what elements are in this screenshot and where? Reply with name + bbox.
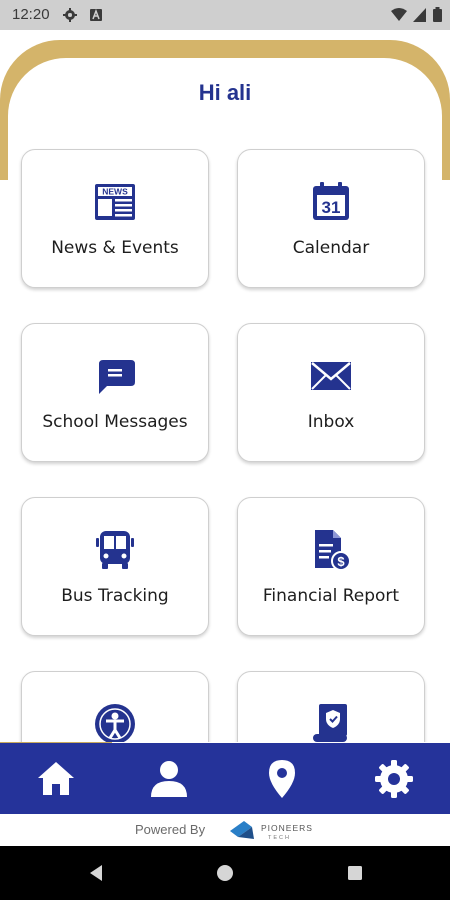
powered-by-label: Powered By xyxy=(135,822,206,837)
tile-label: School Messages xyxy=(42,412,188,432)
home-icon[interactable] xyxy=(34,757,78,801)
news-icon-text: NEWS xyxy=(102,187,128,197)
tile-label: Bus Tracking xyxy=(61,586,169,606)
user-icon[interactable] xyxy=(147,757,191,801)
tile-label: Calendar xyxy=(292,238,370,258)
logo-brand-sub: TECH xyxy=(268,835,291,841)
tile-partial-1[interactable] xyxy=(21,671,209,742)
tile-label: News & Events xyxy=(51,238,179,258)
recents-icon[interactable] xyxy=(345,863,365,883)
system-navigation-bar xyxy=(0,846,450,900)
tile-financial-report[interactable]: $ Financial Report xyxy=(237,497,425,636)
svg-text:$: $ xyxy=(337,554,345,569)
logo-brand-name: PIONEERS xyxy=(261,823,313,833)
tile-school-messages[interactable]: School Messages xyxy=(21,323,209,462)
calendar-icon: 31 xyxy=(313,182,349,220)
home-button-icon[interactable] xyxy=(215,863,235,883)
powered-by-footer: Powered By PIONEERS TECH xyxy=(0,814,450,846)
pioneers-tech-logo: PIONEERS TECH xyxy=(230,821,313,841)
invoice-dollar-icon: $ xyxy=(315,530,351,571)
person-badge-icon xyxy=(95,704,135,742)
bottom-navigation xyxy=(0,743,450,814)
tile-grid: NEWS News & Events 31 Calendar School Me… xyxy=(0,0,450,742)
tile-bus-tracking[interactable]: Bus Tracking xyxy=(21,497,209,636)
map-pin-icon[interactable] xyxy=(260,757,304,801)
gear-icon[interactable] xyxy=(372,757,416,801)
tile-label: Inbox xyxy=(307,412,355,432)
bus-icon xyxy=(96,531,134,569)
back-icon[interactable] xyxy=(86,863,106,883)
tile-calendar[interactable]: 31 Calendar xyxy=(237,149,425,288)
tile-label: Financial Report xyxy=(262,586,400,606)
tile-partial-2[interactable] xyxy=(237,671,425,742)
newspaper-icon: NEWS xyxy=(95,184,135,220)
calendar-icon-day: 31 xyxy=(322,198,341,217)
envelope-icon xyxy=(311,362,351,390)
tile-inbox[interactable]: Inbox xyxy=(237,323,425,462)
certificate-scroll-icon xyxy=(313,704,347,742)
tile-news-events[interactable]: NEWS News & Events xyxy=(21,149,209,288)
chat-bubble-icon xyxy=(99,360,135,394)
